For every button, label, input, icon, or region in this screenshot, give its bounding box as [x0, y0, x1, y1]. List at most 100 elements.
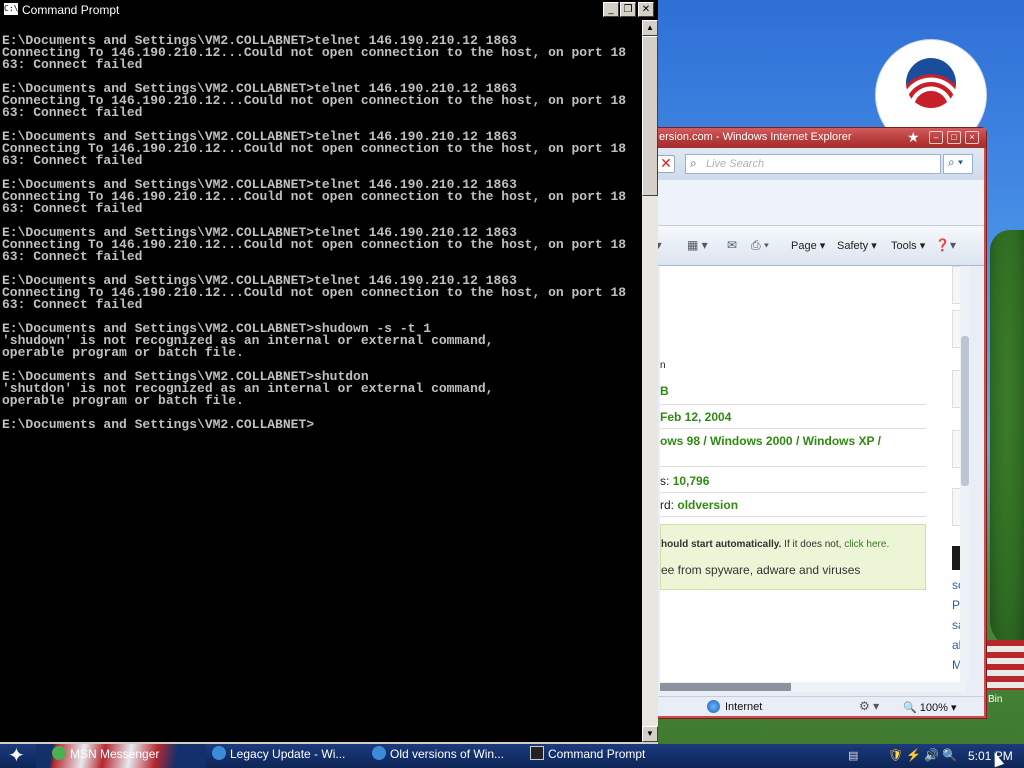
info-keyword-label: rd:: [660, 498, 675, 512]
minimize-button[interactable]: –: [929, 131, 943, 144]
ie-page-content: n B Feb 12, 2004 ows 98 / Windows 2000 /…: [660, 266, 966, 682]
info-size: B: [660, 384, 926, 398]
stop-button[interactable]: ✕: [657, 155, 675, 173]
console-line: 63: Connect failed: [2, 105, 143, 120]
console-line: 63: Connect failed: [2, 153, 143, 168]
download-message-bold: hould start automatically.: [661, 539, 782, 550]
divider: [660, 404, 926, 405]
cmd-titlebar[interactable]: C:\ Command Prompt _ ❐ ✕: [0, 0, 658, 20]
scroll-up-button[interactable]: ▲: [642, 20, 658, 36]
taskbar-item-label: Legacy Update - Wi...: [230, 747, 346, 761]
info-keyword: rd: oldversion: [660, 498, 926, 512]
taskbar-item-label: MSN Messenger: [70, 747, 160, 761]
horizontal-scrollbar[interactable]: [660, 682, 966, 692]
ie-window-title: ersion.com - Windows Internet Explorer: [659, 131, 852, 143]
info-downloads-value: 10,796: [672, 474, 710, 488]
console-line: E:\Documents and Settings\VM2.COLLABNET>: [2, 417, 315, 432]
restore-button[interactable]: ❐: [620, 2, 636, 17]
star-icon: ★: [907, 129, 920, 145]
info-keyword-value[interactable]: oldversion: [677, 498, 738, 512]
ie-navigation-bar: ✕ ⌕ Live Search ⌕ ▾: [645, 148, 984, 180]
ie-links-bar: [645, 180, 984, 226]
tray-icons[interactable]: 🛡⚡🔊🔍: [888, 748, 960, 762]
maximize-button[interactable]: □: [947, 131, 961, 144]
divider: [660, 466, 926, 467]
download-message: hould start automatically. If it does no…: [661, 539, 889, 550]
help-icon[interactable]: ❓▾: [935, 238, 956, 252]
cmd-window-title: Command Prompt: [22, 3, 120, 17]
mail-icon[interactable]: ✉: [727, 238, 737, 252]
divider: [660, 516, 926, 517]
download-notice: hould start automatically. If it does no…: [660, 524, 926, 590]
print-icon[interactable]: ⎙ ▾: [751, 238, 769, 253]
feeds-icon[interactable]: ▦ ▾: [687, 238, 708, 252]
msn-icon: [52, 746, 66, 760]
console-line: 63: Connect failed: [2, 297, 143, 312]
close-button[interactable]: ×: [965, 131, 979, 144]
download-message-rest: If it does not,: [781, 539, 845, 550]
search-input[interactable]: ⌕ Live Search: [685, 154, 941, 174]
security-zone: Internet: [725, 701, 763, 713]
divider: [660, 428, 926, 429]
console-line: 63: Connect failed: [2, 201, 143, 216]
ie-titlebar[interactable]: ersion.com - Windows Internet Explorer ★…: [641, 128, 986, 148]
tools-menu[interactable]: Tools ▾: [891, 239, 925, 252]
cmd-icon: [530, 746, 544, 760]
zoom-level[interactable]: 🔍 100% ▾: [903, 701, 956, 714]
info-fragment: n: [660, 360, 666, 371]
taskbar-item-old-versions[interactable]: Old versions of Win...: [372, 746, 504, 766]
ie-body: ✕ ⌕ Live Search ⌕ ▾ ⌂ ▾ ▦ ▾ ✉ ⎙ ▾ Page ▾…: [645, 148, 984, 716]
info-os: ows 98 / Windows 2000 / Windows XP /: [660, 434, 926, 448]
ie-icon: [212, 746, 226, 760]
console-line: operable program or batch file.: [2, 345, 244, 360]
ie-status-bar: Internet ⚙ ▾ 🔍 100% ▾: [645, 696, 984, 716]
console-line: 63: Connect failed: [2, 249, 143, 264]
scroll-down-button[interactable]: ▼: [642, 726, 658, 742]
scrollbar-thumb[interactable]: [660, 683, 791, 691]
cmd-window[interactable]: C:\ Command Prompt _ ❐ ✕ E:\Documents an…: [0, 0, 658, 744]
page-menu[interactable]: Page ▾: [791, 239, 825, 252]
search-placeholder: Live Search: [706, 158, 765, 170]
taskbar: ✦ MSN Messenger Legacy Update - Wi... Ol…: [0, 744, 1024, 768]
ie-icon: [372, 746, 386, 760]
search-icon: ⌕: [690, 156, 697, 170]
divider: [660, 492, 926, 493]
info-date: Feb 12, 2004: [660, 410, 926, 424]
info-os-value[interactable]: ows 98 / Windows 2000 / Windows XP /: [660, 434, 881, 448]
protected-mode-icon[interactable]: ⚙ ▾: [859, 699, 879, 713]
scrollbar-thumb[interactable]: [642, 36, 658, 196]
ie-command-bar: ⌂ ▾ ▦ ▾ ✉ ⎙ ▾ Page ▾ Safety ▾ Tools ▾ ❓▾: [645, 226, 984, 266]
taskbar-item-msn[interactable]: MSN Messenger: [52, 746, 159, 766]
close-button[interactable]: ✕: [638, 2, 654, 17]
recycle-bin-label[interactable]: Bin: [988, 694, 1002, 705]
obama-logo-emblem: [906, 58, 956, 108]
safety-menu[interactable]: Safety ▾: [837, 239, 877, 252]
search-go-button[interactable]: ⌕ ▾: [943, 154, 973, 174]
scrollbar-thumb[interactable]: [961, 336, 969, 486]
vertical-scrollbar[interactable]: ▲ ▼: [642, 20, 658, 742]
taskbar-item-label: Command Prompt: [548, 747, 646, 761]
keyboard-icon[interactable]: ▤: [848, 749, 858, 762]
obama-logo: OBAMA'08: [876, 40, 986, 150]
cmd-app-icon: C:\: [4, 3, 19, 15]
wallpaper-tree: [990, 230, 1024, 650]
wallpaper-flag: [985, 640, 1024, 690]
console-line: 63: Connect failed: [2, 57, 143, 72]
click-here-link[interactable]: click here.: [844, 539, 889, 550]
taskbar-item-label: Old versions of Win...: [390, 747, 505, 761]
console-output[interactable]: E:\Documents and Settings\VM2.COLLABNET>…: [0, 20, 642, 742]
ie-window[interactable]: ersion.com - Windows Internet Explorer ★…: [640, 127, 987, 719]
taskbar-item-legacy-update[interactable]: Legacy Update - Wi...: [212, 746, 345, 766]
taskbar-item-command-prompt[interactable]: Command Prompt: [530, 746, 645, 766]
console-line: operable program or batch file.: [2, 393, 244, 408]
spyware-message: ee from spyware, adware and viruses: [661, 563, 861, 577]
start-button[interactable]: ✦: [0, 744, 40, 768]
zoom-value: 100%: [919, 702, 948, 714]
info-downloads: s: 10,796: [660, 474, 926, 488]
globe-icon: [707, 700, 720, 713]
console-text: E:\Documents and Settings\VM2.COLLABNET>…: [2, 34, 626, 432]
info-date-value: Feb 12, 2004: [660, 410, 732, 424]
vertical-scrollbar[interactable]: [960, 266, 970, 682]
minimize-button[interactable]: _: [603, 2, 619, 17]
info-size-value: B: [660, 384, 669, 398]
